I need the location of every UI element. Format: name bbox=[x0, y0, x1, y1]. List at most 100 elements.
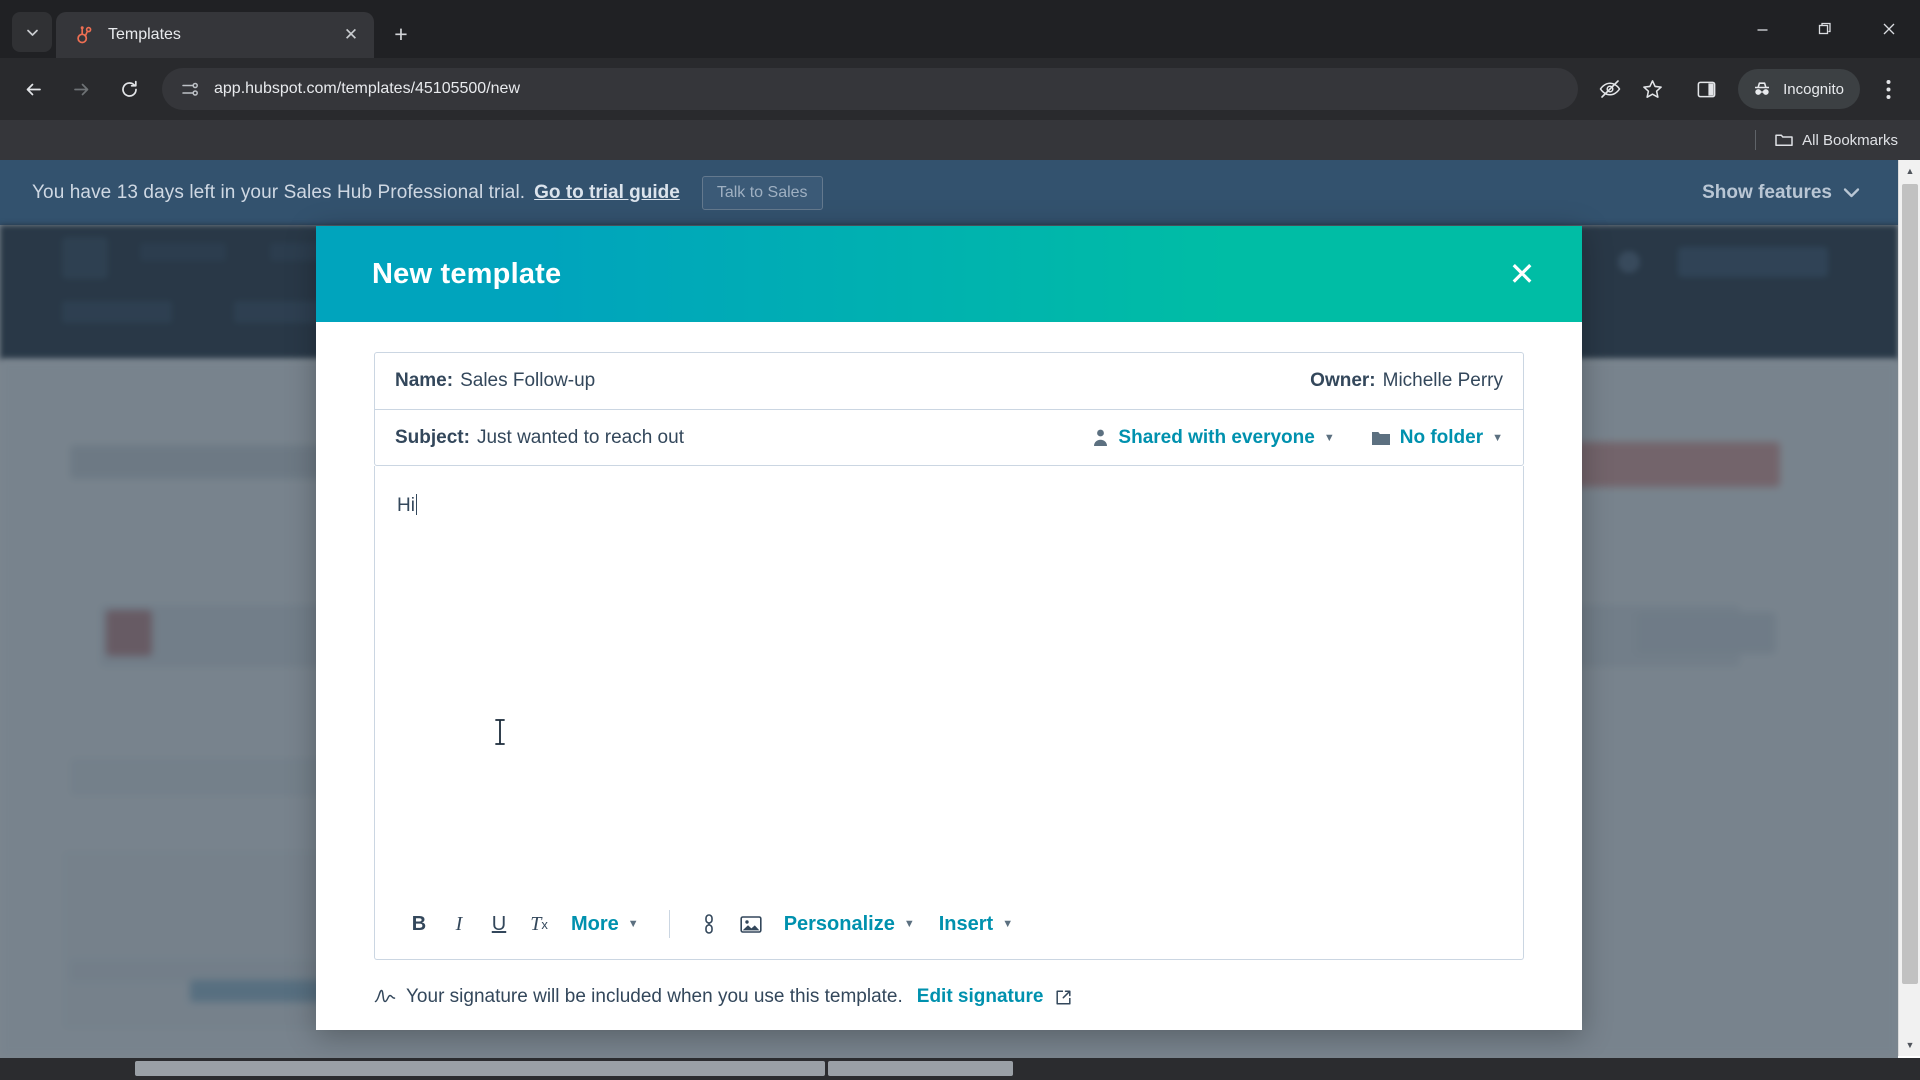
browser-tab-templates[interactable]: Templates ✕ bbox=[56, 12, 374, 58]
insert-dropdown[interactable]: Insert ▼ bbox=[929, 905, 1023, 943]
reload-button[interactable] bbox=[108, 68, 150, 110]
external-link-icon bbox=[1056, 989, 1072, 1005]
shared-with-label: Shared with everyone bbox=[1118, 426, 1315, 448]
incognito-icon bbox=[1755, 82, 1770, 95]
more-label: More bbox=[571, 912, 619, 935]
chevron-down-icon bbox=[1843, 187, 1860, 197]
image-icon[interactable] bbox=[732, 905, 770, 943]
new-template-modal: New template ✕ Name: Sales Follow-up Own… bbox=[316, 226, 1582, 1030]
close-icon bbox=[1883, 23, 1894, 35]
new-tab-button[interactable]: + bbox=[384, 17, 418, 51]
tab-strip: Templates ✕ + bbox=[0, 0, 1920, 58]
editor-body-text: Hi bbox=[397, 495, 415, 516]
insert-label: Insert bbox=[938, 912, 994, 935]
back-button[interactable] bbox=[12, 68, 54, 110]
horizontal-scroll-thumb[interactable] bbox=[135, 1061, 825, 1076]
editor-canvas[interactable]: Hi bbox=[375, 466, 1523, 889]
owner-label: Owner: bbox=[1310, 370, 1376, 391]
side-panel-icon[interactable] bbox=[1686, 69, 1726, 109]
minimize-button[interactable] bbox=[1731, 0, 1794, 58]
name-field[interactable]: Name: Sales Follow-up bbox=[395, 370, 595, 392]
signature-row: Your signature will be included when you… bbox=[316, 960, 1582, 1030]
all-bookmarks-button[interactable]: All Bookmarks bbox=[1774, 130, 1898, 150]
modal-header: New template ✕ bbox=[316, 226, 1582, 322]
chevron-down-icon: ▼ bbox=[1002, 918, 1014, 930]
modal-title: New template bbox=[372, 257, 562, 290]
minimize-icon bbox=[1757, 28, 1768, 31]
scroll-up-arrow[interactable]: ▲ bbox=[1899, 160, 1920, 182]
incognito-label: Incognito bbox=[1783, 80, 1844, 98]
maximize-button[interactable] bbox=[1794, 0, 1857, 58]
bookmark-divider bbox=[1755, 130, 1757, 150]
all-bookmarks-label: All Bookmarks bbox=[1802, 131, 1898, 149]
underline-button[interactable]: U bbox=[481, 905, 517, 943]
trial-message: You have 13 days left in your Sales Hub … bbox=[32, 181, 526, 203]
signature-text: Your signature will be included when you… bbox=[406, 986, 903, 1007]
italic-button[interactable]: I bbox=[441, 905, 477, 943]
toolbar-icons: Incognito bbox=[1588, 69, 1908, 109]
shared-with-dropdown[interactable]: Shared with everyone ▼ bbox=[1092, 426, 1335, 449]
page-vertical-scrollbar[interactable]: ▲ ▼ bbox=[1898, 160, 1920, 1056]
personalize-label: Personalize bbox=[783, 912, 895, 935]
signature-icon bbox=[374, 989, 396, 1003]
clear-formatting-button[interactable]: Tx bbox=[521, 905, 557, 943]
window-close-button[interactable] bbox=[1857, 0, 1920, 58]
folder-icon bbox=[1371, 431, 1390, 445]
subject-value[interactable]: Just wanted to reach out bbox=[477, 427, 684, 449]
tab-close-icon[interactable]: ✕ bbox=[338, 22, 364, 48]
link-icon[interactable] bbox=[690, 905, 728, 943]
more-formatting-dropdown[interactable]: More ▼ bbox=[561, 905, 649, 943]
arrow-right-icon bbox=[73, 83, 88, 95]
browser-window: Templates ✕ + app.hubspot.com/templates/… bbox=[0, 0, 1920, 1080]
address-bar[interactable]: app.hubspot.com/templates/45105500/new bbox=[162, 68, 1579, 110]
page-settings-icon[interactable] bbox=[176, 75, 204, 103]
arrow-left-icon bbox=[26, 83, 41, 95]
text-caret bbox=[415, 494, 417, 515]
talk-to-sales-button[interactable]: Talk to Sales bbox=[701, 175, 823, 210]
show-features-button[interactable]: Show features bbox=[1702, 160, 1860, 225]
page-viewport: You have 13 days left in your Sales Hub … bbox=[0, 160, 1920, 1080]
name-label: Name: bbox=[395, 370, 454, 391]
bookmarks-bar: All Bookmarks bbox=[0, 120, 1920, 160]
email-body-editor[interactable]: Hi B I U Tx More ▼ Personalize ▼ Insert … bbox=[374, 466, 1524, 960]
template-meta-fields: Name: Sales Follow-up Owner: Michelle Pe… bbox=[374, 352, 1524, 466]
hubspot-sprocket-icon bbox=[74, 25, 94, 45]
sharing-folder-controls: Shared with everyone ▼ No folder ▼ bbox=[1092, 427, 1503, 449]
chevron-down-icon: ▼ bbox=[903, 918, 915, 930]
show-features-label: Show features bbox=[1702, 181, 1832, 203]
scroll-down-arrow[interactable]: ▼ bbox=[1899, 1034, 1920, 1056]
page-horizontal-scrollbar[interactable] bbox=[0, 1058, 1920, 1080]
browser-toolbar: app.hubspot.com/templates/45105500/new I… bbox=[0, 58, 1920, 120]
trial-guide-link[interactable]: Go to trial guide bbox=[534, 182, 680, 204]
edit-signature-link[interactable]: Edit signature bbox=[917, 986, 1044, 1008]
personalize-dropdown[interactable]: Personalize ▼ bbox=[774, 905, 925, 943]
folder-dropdown[interactable]: No folder ▼ bbox=[1371, 427, 1503, 449]
bold-button[interactable]: B bbox=[401, 905, 437, 943]
incognito-profile-button[interactable]: Incognito bbox=[1738, 69, 1860, 109]
chevron-down-icon: ▼ bbox=[627, 918, 639, 930]
kebab-menu-icon[interactable] bbox=[1868, 69, 1908, 109]
forward-button[interactable] bbox=[60, 68, 102, 110]
chevron-down-icon: ▼ bbox=[1492, 431, 1503, 444]
folder-icon bbox=[1775, 134, 1793, 147]
url-text: app.hubspot.com/templates/45105500/new bbox=[214, 80, 520, 97]
folder-label: No folder bbox=[1399, 426, 1484, 448]
maximize-icon bbox=[1818, 22, 1831, 34]
subject-label: Subject: bbox=[395, 426, 470, 448]
modal-close-icon[interactable]: ✕ bbox=[1502, 254, 1542, 294]
subject-field[interactable]: Subject: Just wanted to reach out bbox=[395, 427, 684, 449]
person-icon bbox=[1094, 429, 1108, 446]
editor-toolbar: B I U Tx More ▼ Personalize ▼ Insert ▼ bbox=[375, 889, 1523, 959]
eye-off-icon[interactable] bbox=[1590, 69, 1630, 109]
bookmark-star-icon[interactable] bbox=[1632, 69, 1672, 109]
owner-value: Michelle Perry bbox=[1382, 370, 1503, 391]
modal-body: Name: Sales Follow-up Owner: Michelle Pe… bbox=[316, 322, 1582, 960]
owner-field: Owner: Michelle Perry bbox=[1310, 370, 1503, 392]
name-value[interactable]: Sales Follow-up bbox=[460, 370, 595, 392]
chevron-down-icon: ▼ bbox=[1323, 431, 1335, 444]
reload-icon bbox=[121, 80, 137, 97]
horizontal-scroll-thumb-secondary[interactable] bbox=[828, 1061, 1013, 1076]
name-owner-row: Name: Sales Follow-up Owner: Michelle Pe… bbox=[375, 353, 1523, 409]
tab-search-button[interactable] bbox=[12, 12, 52, 52]
vertical-scroll-thumb[interactable] bbox=[1902, 184, 1918, 984]
